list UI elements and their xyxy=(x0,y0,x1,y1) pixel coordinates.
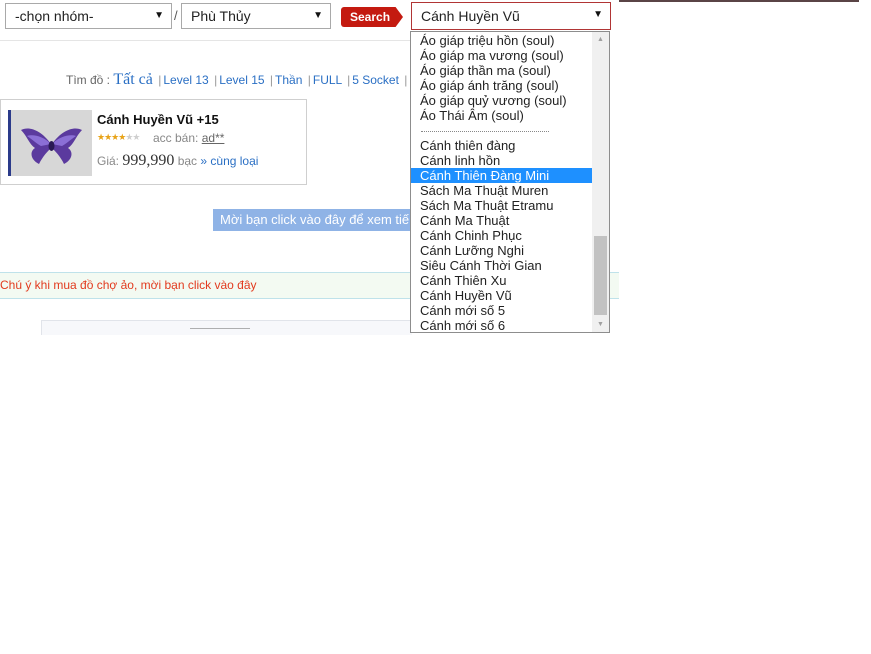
filter-level13-link[interactable]: Level 13 xyxy=(163,73,208,87)
dropdown-scrollbar[interactable]: ▲ ▼ xyxy=(592,32,609,332)
item-card: Cánh Huyền Vũ +15 ★★★★★★ acc bán: ad** G… xyxy=(0,99,307,185)
wings-icon xyxy=(11,110,92,176)
scroll-thumb[interactable] xyxy=(594,236,607,315)
lower-panel xyxy=(41,320,412,335)
filter-than-link[interactable]: Thần xyxy=(275,73,302,87)
dropdown-option-highlighted[interactable]: Cánh Thiên Đàng Mini xyxy=(411,168,593,183)
filter-5socket-link[interactable]: 5 Socket xyxy=(352,73,399,87)
dropdown-option[interactable]: Cánh Lưỡng Nghi xyxy=(411,243,593,258)
view-more-button[interactable]: Mời bạn click vào đây để xem tiế xyxy=(213,209,423,231)
filter-level15-link[interactable]: Level 15 xyxy=(219,73,264,87)
price-info: Giá: 999,990 bạc » cùng loại xyxy=(97,152,258,170)
dropdown-option[interactable]: Cánh Huyền Vũ xyxy=(411,288,593,303)
dropdown-option[interactable]: Cánh Chinh Phục xyxy=(411,228,593,243)
item-select-value: Cánh Huyền Vũ xyxy=(421,8,520,24)
filter-prefix: Tìm đồ : xyxy=(66,73,111,87)
group-select[interactable]: -chọn nhóm- ▼ xyxy=(5,3,172,29)
seller-label: acc bán: xyxy=(153,131,199,145)
separator-slash: / xyxy=(174,8,178,23)
filter-bar: Tìm đồ : Tất cả | Level 13 | Level 15 | Thầ… xyxy=(66,71,408,88)
class-select[interactable]: Phù Thủy ▼ xyxy=(181,3,331,29)
rating-stars: ★★★★★★ xyxy=(97,132,140,143)
dropdown-option[interactable]: Áo giáp thần ma (soul) xyxy=(411,63,593,78)
filter-all-link[interactable]: Tất cả xyxy=(113,71,153,88)
item-thumbnail[interactable] xyxy=(11,110,92,176)
dropdown-option[interactable]: Cánh linh hồn xyxy=(411,153,593,168)
search-button[interactable]: Search xyxy=(341,7,403,27)
chevron-down-icon: ▼ xyxy=(313,10,323,21)
dropdown-option[interactable]: Áo giáp ánh trăng (soul) xyxy=(411,78,593,93)
price-label: Giá: xyxy=(97,154,120,168)
dropdown-option[interactable]: Cánh mới số 5 xyxy=(411,303,593,318)
seller-info: acc bán: ad** xyxy=(153,131,224,145)
dropdown-option[interactable]: Áo giáp quỷ vương (soul) xyxy=(411,93,593,108)
scroll-down-icon[interactable]: ▼ xyxy=(592,317,609,332)
top-right-strip xyxy=(619,0,859,2)
class-select-value: Phù Thủy xyxy=(191,8,251,24)
item-select[interactable]: Cánh Huyền Vũ ▼ xyxy=(411,2,611,30)
scroll-up-icon[interactable]: ▲ xyxy=(592,32,609,47)
group-select-value: -chọn nhóm- xyxy=(15,8,94,24)
dropdown-option[interactable]: Cánh thiên đàng xyxy=(411,138,593,153)
chevron-down-icon: ▼ xyxy=(154,10,164,21)
dropdown-option[interactable]: Sách Ma Thuật Etramu xyxy=(411,198,593,213)
seller-name-link[interactable]: ad** xyxy=(202,131,225,145)
filter-full-link[interactable]: FULL xyxy=(313,73,342,87)
dropdown-option[interactable]: Áo giáp ma vương (soul) xyxy=(411,48,593,63)
dropdown-option[interactable]: Siêu Cánh Thời Gian xyxy=(411,258,593,273)
star-icon: ★ xyxy=(132,132,140,142)
divider xyxy=(0,40,410,41)
item-title[interactable]: Cánh Huyền Vũ +15 xyxy=(97,112,219,127)
dropdown-option[interactable]: Áo giáp triệu hồn (soul) xyxy=(411,33,593,48)
chevron-down-icon: ▼ xyxy=(593,9,603,20)
dropdown-option[interactable]: Cánh mới số 6 xyxy=(411,318,593,332)
dropdown-option[interactable]: Áo Thái Âm (soul) xyxy=(411,108,593,123)
dropdown-option[interactable]: Sách Ma Thuật Muren xyxy=(411,183,593,198)
price-unit: bạc xyxy=(177,154,198,168)
item-dropdown-list[interactable]: Áo giáp triệu hồn (soul) Áo giáp ma vươn… xyxy=(410,31,610,333)
dropdown-option[interactable]: Cánh Thiên Xu xyxy=(411,273,593,288)
same-kind-link[interactable]: » cùng loại xyxy=(200,154,258,168)
price-value: 999,990 xyxy=(122,152,175,169)
panel-heading-fragment xyxy=(190,328,250,332)
dropdown-option[interactable]: Cánh Ma Thuật xyxy=(411,213,593,228)
dropdown-divider xyxy=(421,131,549,133)
